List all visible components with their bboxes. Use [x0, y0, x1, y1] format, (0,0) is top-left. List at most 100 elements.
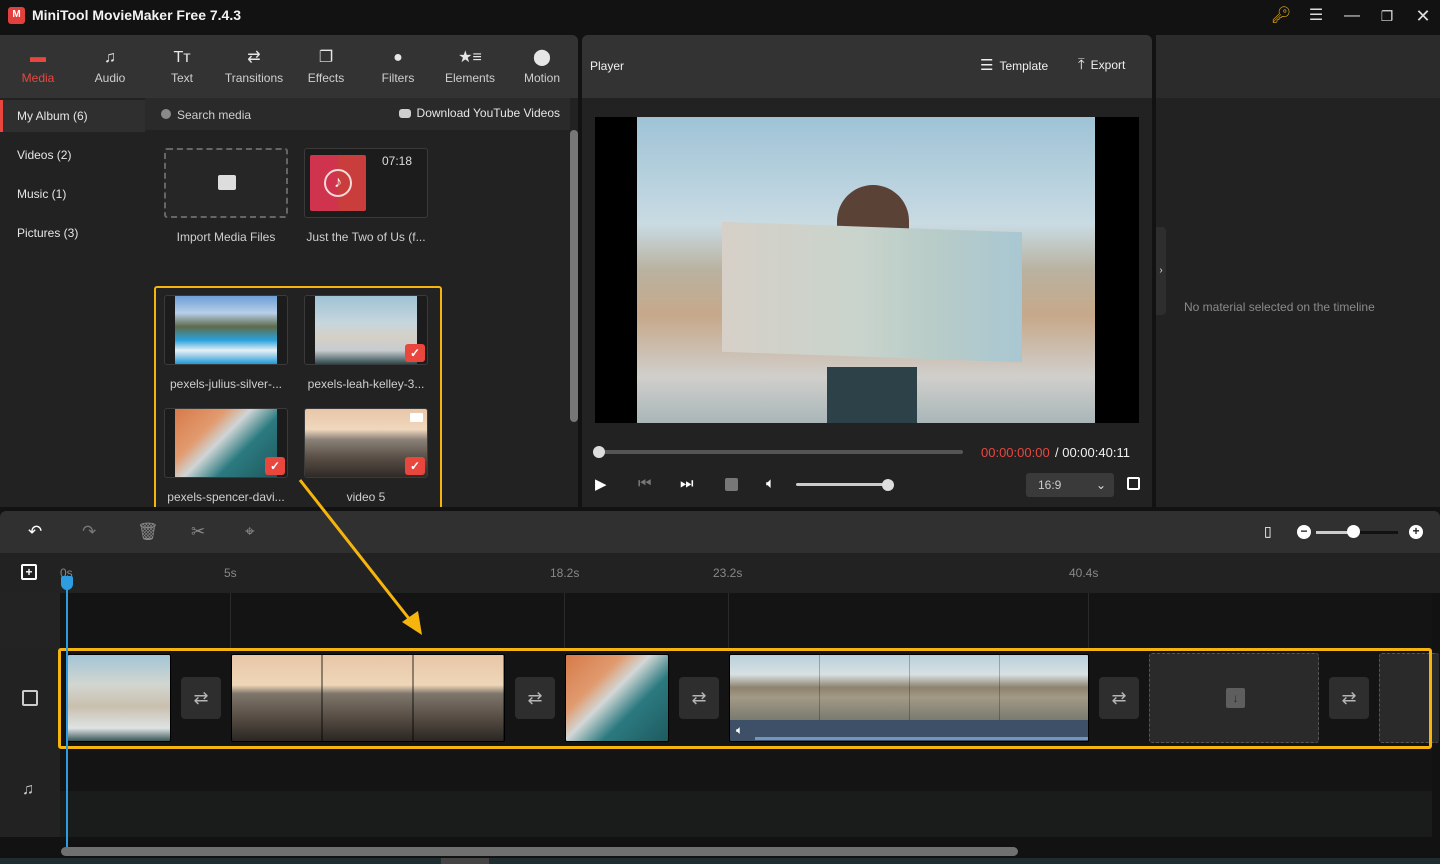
timeline-horizontal-scrollbar[interactable]	[61, 847, 1018, 856]
tab-audio[interactable]: ♫ Audio	[74, 35, 146, 98]
album-item-pictures[interactable]: Pictures (3)	[0, 217, 145, 249]
album-item-music[interactable]: Music (1)	[0, 178, 145, 210]
tab-label: Elements	[444, 71, 496, 85]
zoom-out-icon[interactable]: −	[1297, 525, 1311, 539]
ruler-tick-label: 40.4s	[1069, 566, 1099, 580]
skip-forward-icon: ⏭︎	[680, 475, 694, 492]
playhead-handle[interactable]	[61, 576, 73, 590]
swap-arrows-icon: ⇄	[247, 49, 261, 66]
folder-icon	[218, 175, 236, 190]
tab-filters[interactable]: ● Filters	[362, 35, 434, 98]
tab-label: Text	[170, 71, 193, 85]
download-youtube-label: Download YouTube Videos	[416, 106, 560, 120]
fullscreen-icon[interactable]	[1127, 477, 1140, 490]
app-logo-icon: M	[8, 7, 25, 24]
seek-handle[interactable]	[593, 446, 605, 458]
media-panel: ▬ Media ♫ Audio Tᴛ Text ⇄ Transitions ❐ …	[0, 35, 578, 507]
maximize-icon[interactable]: ❐	[1373, 4, 1401, 28]
export-label: Export	[1090, 58, 1126, 72]
preview-frame-image	[637, 117, 1095, 423]
timeline-toolbar: ↶ ↷ 🗑︎ ✂︎ ⌖ ▯ − +	[0, 511, 1440, 553]
total-time: / 00:00:40:11	[1055, 445, 1130, 460]
undo-icon[interactable]: ↶	[28, 522, 42, 542]
layers-icon: ❐	[318, 49, 334, 66]
playhead-line[interactable]	[66, 576, 68, 852]
person-body-shape	[827, 367, 917, 423]
empty-track-header	[0, 593, 60, 649]
add-track-icon[interactable]: +	[21, 564, 37, 580]
tab-label: Media	[21, 71, 55, 85]
seek-bar[interactable]	[593, 446, 963, 458]
export-button[interactable]: ⤒ Export	[1078, 56, 1125, 73]
tab-label: Transitions	[224, 71, 284, 85]
selected-media-highlight	[154, 286, 442, 507]
tab-media[interactable]: ▬ Media	[2, 35, 74, 98]
media-scrollbar[interactable]	[570, 130, 578, 422]
previous-frame-button[interactable]: ⏮︎	[638, 475, 652, 492]
volume-slider[interactable]	[796, 483, 886, 486]
expand-panel-chevron-icon[interactable]: ›	[1156, 227, 1166, 315]
media-label: Import Media Files	[176, 230, 276, 244]
next-frame-button[interactable]: ⏭︎	[680, 475, 694, 492]
stop-button[interactable]	[725, 478, 738, 491]
star-list-icon: ★≡	[458, 49, 482, 66]
tab-transitions[interactable]: ⇄ Transitions	[218, 35, 290, 98]
tab-label: Filters	[381, 71, 415, 85]
fit-timeline-icon[interactable]: ▯	[1264, 523, 1272, 540]
media-library: Download YouTube Videos Import Media Fil…	[145, 98, 578, 507]
current-time: 00:00:00:00	[981, 445, 1050, 460]
search-icon	[161, 109, 171, 119]
music-track-icon: ♫	[22, 781, 34, 798]
close-icon[interactable]: ✕	[1409, 4, 1437, 28]
aspect-ratio-value: 16:9	[1038, 478, 1062, 492]
split-scissors-icon[interactable]: ✂︎	[191, 522, 205, 542]
media-label: Just the Two of Us (f...	[306, 230, 426, 244]
audio-track-lane[interactable]	[60, 791, 1432, 837]
album-sidebar: My Album (6) Videos (2) Music (1) Pictur…	[0, 98, 145, 507]
crop-icon[interactable]: ⌖	[245, 522, 255, 542]
key-icon[interactable]: 🔑︎	[1267, 4, 1295, 28]
minimize-icon[interactable]: —	[1338, 4, 1366, 28]
search-input[interactable]	[177, 106, 377, 124]
menu-icon[interactable]: ☰	[1302, 4, 1330, 28]
upload-icon: ⤒	[1078, 56, 1085, 73]
tab-text[interactable]: Tᴛ Text	[146, 35, 218, 98]
zoom-in-icon[interactable]: +	[1409, 525, 1423, 539]
properties-panel: › No material selected on the timeline	[1156, 35, 1440, 507]
tab-elements[interactable]: ★≡ Elements	[434, 35, 506, 98]
album-item-my-album[interactable]: My Album (6)	[0, 100, 145, 132]
album-item-videos[interactable]: Videos (2)	[0, 139, 145, 171]
music-note-icon: ♪	[324, 169, 352, 197]
import-dropzone[interactable]	[164, 148, 288, 218]
strip-handle[interactable]	[441, 858, 489, 864]
layers-stack-icon: ☰	[980, 57, 994, 74]
volume-button[interactable]: 🔈︎	[766, 475, 775, 492]
map-shape	[722, 221, 1022, 363]
player-panel: Player ☰ Template ⤒ Export 00:00:00:00 / 0…	[582, 35, 1152, 507]
ruler-tick-label: 5s	[224, 566, 237, 580]
circles-icon: ●	[393, 49, 403, 66]
gridline	[1088, 593, 1089, 649]
text-icon: Tᴛ	[173, 49, 191, 66]
film-strip-icon	[22, 690, 38, 706]
empty-selection-message: No material selected on the timeline	[1184, 300, 1375, 314]
duration-label: 07:18	[382, 154, 413, 168]
tab-label: Motion	[523, 71, 561, 85]
aspect-ratio-select[interactable]: 16:9 ⌄	[1026, 473, 1114, 497]
speaker-icon: 🔈︎	[766, 475, 776, 492]
delete-icon[interactable]: 🗑︎	[137, 522, 159, 542]
volume-handle[interactable]	[882, 479, 894, 491]
player-title: Player	[590, 59, 625, 73]
video-preview[interactable]	[595, 117, 1139, 423]
player-header: Player ☰ Template ⤒ Export	[582, 35, 1152, 98]
timeline-ruler[interactable]: + 0s 5s 18.2s 23.2s 40.4s	[0, 553, 1440, 593]
redo-icon[interactable]: ↷	[82, 522, 96, 542]
tab-motion[interactable]: ⬤ Motion	[506, 35, 578, 98]
play-button[interactable]: ▶	[595, 475, 607, 493]
timeline-zoom-handle[interactable]	[1346, 525, 1360, 538]
status-strip	[0, 858, 1440, 864]
template-button[interactable]: ☰ Template	[980, 56, 1048, 74]
download-youtube-button[interactable]: Download YouTube Videos	[398, 106, 560, 120]
ruler-tick-label: 18.2s	[550, 566, 580, 580]
tab-effects[interactable]: ❐ Effects	[290, 35, 362, 98]
